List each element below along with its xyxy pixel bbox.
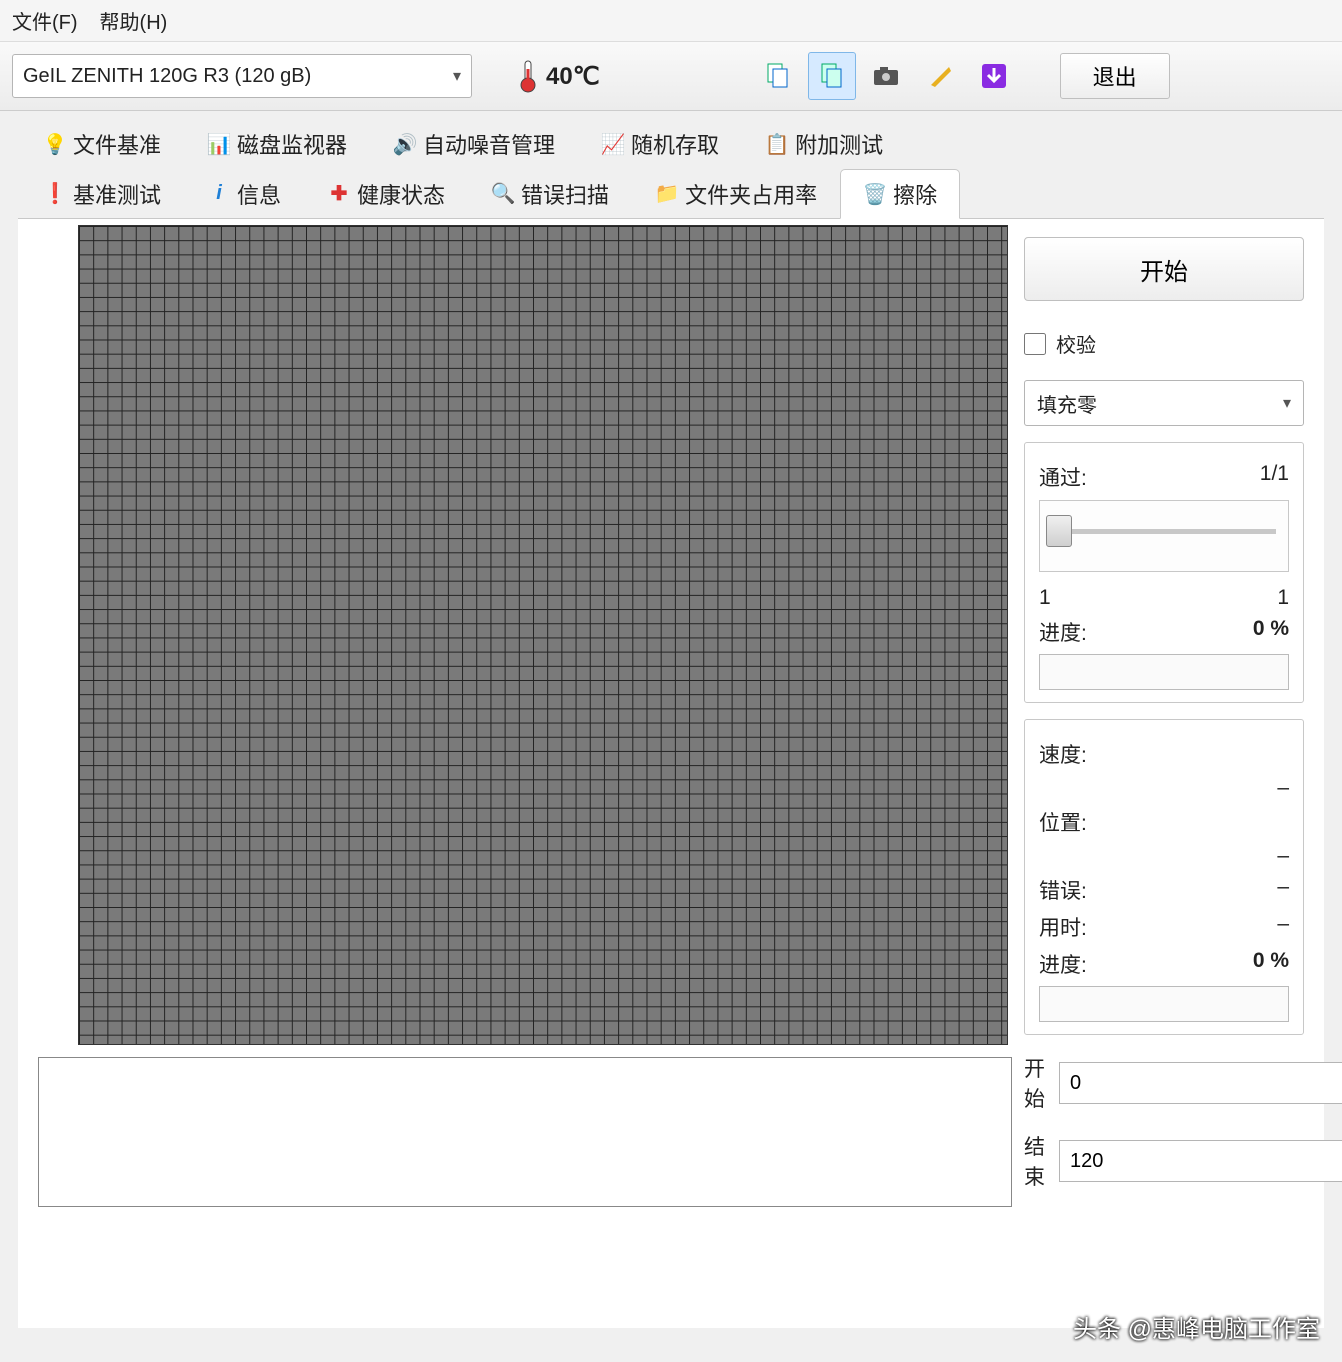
chart-icon: 📊 [207,132,231,156]
trash-icon: 🗑️ [863,182,887,206]
clipboard-icon: 📋 [765,132,789,156]
verify-checkbox-row: 校验 [1024,329,1304,358]
slider-thumb[interactable] [1046,515,1072,547]
pass-panel: 通过: 1/1 1 1 进度: 0 % [1024,442,1304,703]
end-range-spinner[interactable]: ▲▼ [1059,1140,1342,1182]
position-value: – [1277,844,1289,868]
temperature-display: 40℃ [516,59,600,93]
slider-min: 1 [1039,586,1051,610]
drive-select[interactable]: GeIL ZENITH 120G R3 (120 gB) ▾ [12,54,472,98]
screenshot-button[interactable] [862,52,910,100]
verify-label: 校验 [1056,329,1096,358]
menu-file[interactable]: 文件(F) [12,6,78,35]
end-range-label: 结束 [1024,1131,1045,1191]
elapsed-label: 用时: [1039,912,1087,942]
temperature-value: 40℃ [546,62,600,91]
speed-value: – [1277,776,1289,800]
progress1-label: 进度: [1039,617,1087,647]
slider-track [1052,529,1276,534]
elapsed-value: – [1277,912,1289,942]
tab-row-2: ❗基准测试 i信息 ✚健康状态 🔍错误扫描 📁文件夹占用率 🗑️擦除 [0,168,1342,218]
verify-checkbox[interactable] [1024,333,1046,355]
tab-info[interactable]: i信息 [184,168,304,218]
tab-file-benchmark[interactable]: 💡文件基准 [20,119,184,168]
tab-row-1: 💡文件基准 📊磁盘监视器 🔊自动噪音管理 📈随机存取 📋附加测试 [0,111,1342,168]
progress2-bar [1039,986,1289,1022]
progress2-label: 进度: [1039,949,1087,979]
info-icon: i [207,182,231,206]
bulb-icon: 💡 [43,132,67,156]
sector-grid [78,225,1008,1045]
tab-extra-tests[interactable]: 📋附加测试 [742,119,906,168]
stats-panel: 速度: – 位置: – 错误: – 用时: – 进度: 0 % [1024,719,1304,1035]
exclaim-icon: ❗ [43,182,67,206]
thermometer-icon [516,59,540,93]
progress1-bar [1039,654,1289,690]
start-range-input[interactable] [1060,1063,1342,1103]
end-range-input[interactable] [1060,1141,1342,1181]
position-label: 位置: [1039,807,1087,837]
pass-label: 通过: [1039,462,1087,492]
start-range-spinner[interactable]: ▲▼ [1059,1062,1342,1104]
tab-disk-monitor[interactable]: 📊磁盘监视器 [184,119,370,168]
tab-error-scan[interactable]: 🔍错误扫描 [468,168,632,218]
end-range-row: 结束 ▲▼ [1024,1131,1304,1191]
errors-value: – [1277,875,1289,905]
tab-folder-usage[interactable]: 📁文件夹占用率 [632,168,840,218]
search-icon: 🔍 [491,182,515,206]
start-range-row: 开始 ▲▼ [1024,1053,1304,1113]
toolbar-icon-group [754,52,1018,100]
tab-benchmark[interactable]: ❗基准测试 [20,168,184,218]
start-range-label: 开始 [1024,1053,1045,1113]
speed-label: 速度: [1039,739,1087,769]
pass-value: 1/1 [1260,462,1289,492]
exit-button[interactable]: 退出 [1060,53,1170,99]
drive-select-label: GeIL ZENITH 120G R3 (120 gB) [23,65,311,88]
erase-method-select[interactable]: 填充零 ▾ [1024,380,1304,426]
options-button[interactable] [916,52,964,100]
log-output [38,1057,1012,1207]
tab-random-access[interactable]: 📈随机存取 [578,119,742,168]
tab-health[interactable]: ✚健康状态 [304,168,468,218]
pass-slider[interactable] [1039,500,1289,572]
progress2-value: 0 % [1253,949,1289,979]
menubar: 文件(F) 帮助(H) [0,0,1342,42]
menu-help[interactable]: 帮助(H) [100,6,168,35]
plus-icon: ✚ [327,182,351,206]
folder-icon: 📁 [655,182,679,206]
errors-label: 错误: [1039,875,1087,905]
tab-aam[interactable]: 🔊自动噪音管理 [370,119,578,168]
slider-max: 1 [1277,586,1289,610]
save-button[interactable] [970,52,1018,100]
sound-icon: 🔊 [393,132,417,156]
progress1-value: 0 % [1253,617,1289,647]
left-column [38,223,1012,1308]
start-button[interactable]: 开始 [1024,237,1304,301]
copy-results-button[interactable] [754,52,802,100]
chevron-down-icon: ▾ [1283,393,1291,413]
chevron-down-icon: ▾ [453,66,461,86]
toolbar: GeIL ZENITH 120G R3 (120 gB) ▾ 40℃ 退出 [0,42,1342,111]
right-column: 开始 校验 填充零 ▾ 通过: 1/1 1 1 进度: 0 % 速度: – 位置: –… [1024,223,1304,1308]
erase-method-label: 填充零 [1037,389,1097,418]
chart2-icon: 📈 [601,132,625,156]
workspace: 开始 校验 填充零 ▾ 通过: 1/1 1 1 进度: 0 % 速度: – 位置: –… [18,218,1324,1328]
tab-erase[interactable]: 🗑️擦除 [840,169,960,219]
copy-info-button[interactable] [808,52,856,100]
